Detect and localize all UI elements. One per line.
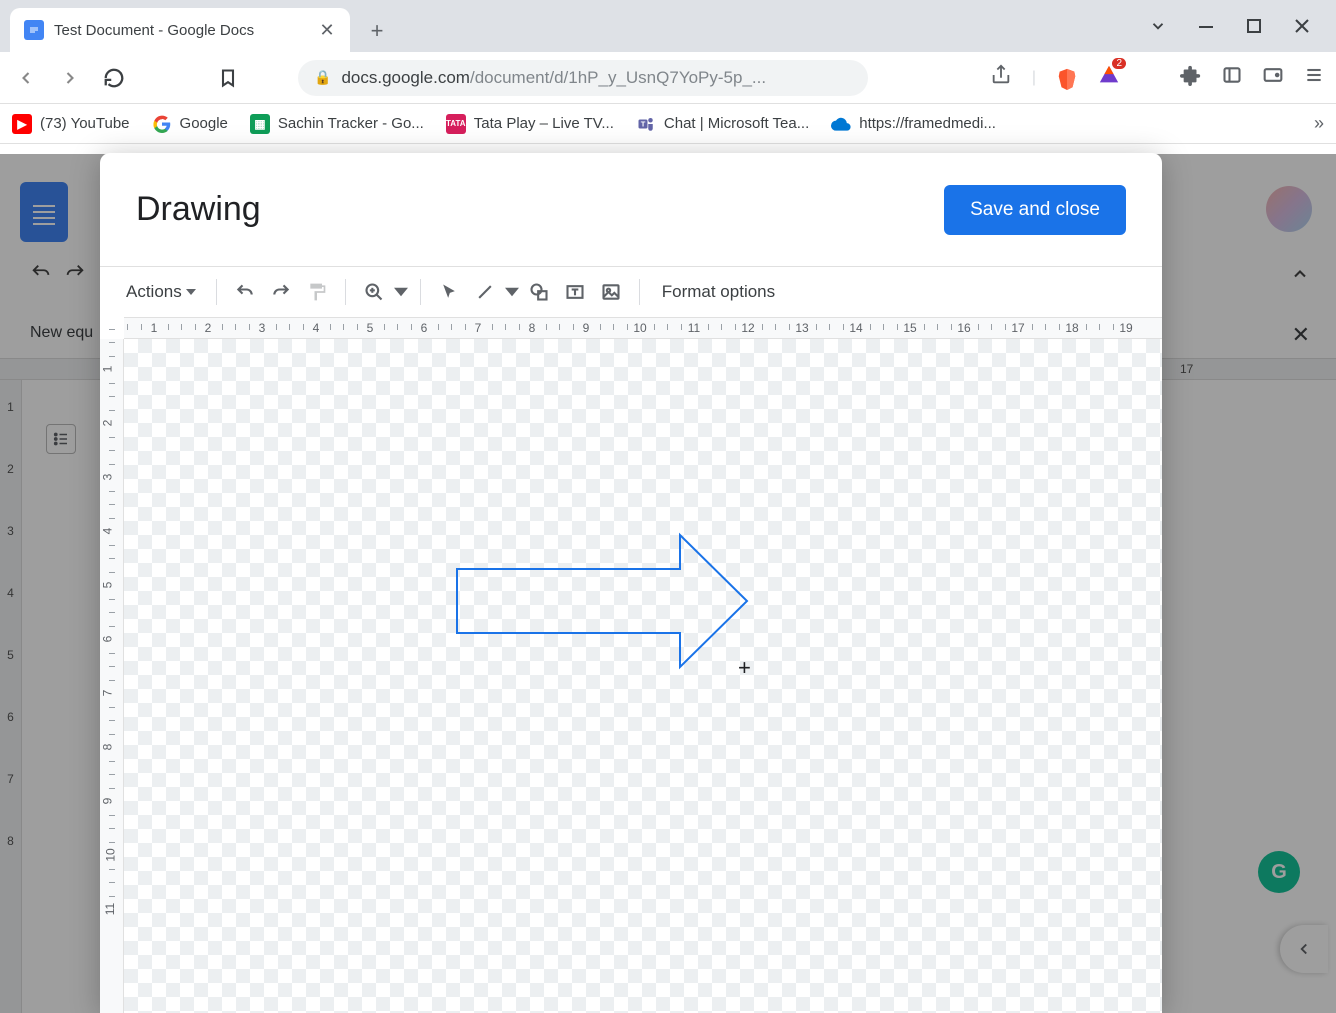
brave-shield-icon[interactable]: [1056, 67, 1078, 89]
sheets-icon: ▦: [250, 114, 270, 134]
format-options-button[interactable]: Format options: [652, 276, 785, 308]
right-arrow-shape[interactable]: [455, 531, 755, 671]
google-icon: [152, 114, 172, 134]
tab-close-icon[interactable]: ✕: [318, 21, 336, 39]
close-window-icon[interactable]: [1292, 16, 1312, 36]
zoom-button[interactable]: [358, 276, 390, 308]
maximize-icon[interactable]: [1244, 16, 1264, 36]
account-avatar[interactable]: [1266, 186, 1312, 232]
back-button[interactable]: [12, 64, 40, 92]
docs-logo-icon[interactable]: [20, 182, 68, 242]
teams-icon: T: [636, 114, 656, 134]
browser-toolbar: 🔒 docs.google.com/document/d/1hP_y_UsnQ7…: [0, 52, 1336, 104]
zoom-dropdown-icon[interactable]: [394, 276, 408, 308]
line-tool[interactable]: [469, 276, 501, 308]
close-equation-bar-icon[interactable]: ✕: [1292, 322, 1310, 348]
brave-badge: 2: [1112, 58, 1126, 69]
bookmark-tata[interactable]: TATATata Play – Live TV...: [446, 114, 614, 134]
redo-icon[interactable]: [64, 262, 86, 284]
extensions-icon[interactable]: [1180, 64, 1202, 91]
dialog-header: Drawing Save and close: [100, 153, 1162, 267]
drawing-canvas[interactable]: +: [124, 339, 1162, 1013]
dialog-title: Drawing: [136, 190, 261, 229]
side-panel-collapse-icon[interactable]: [1280, 925, 1328, 973]
menu-icon[interactable]: [1304, 65, 1324, 90]
browser-tab[interactable]: Test Document - Google Docs ✕: [10, 8, 350, 52]
paint-format-button: [301, 276, 333, 308]
bookmark-teams[interactable]: TChat | Microsoft Tea...: [636, 114, 809, 134]
forward-button[interactable]: [56, 64, 84, 92]
vertical-ruler[interactable]: 1234567891011: [100, 339, 124, 1013]
bookmark-youtube[interactable]: ▶(73) YouTube: [12, 114, 130, 134]
equation-toolbar-label: New equ: [30, 324, 93, 342]
lock-icon: 🔒: [314, 69, 331, 86]
new-tab-button[interactable]: +: [360, 14, 394, 48]
browser-titlebar: Test Document - Google Docs ✕ +: [0, 0, 1336, 52]
outline-toggle-icon[interactable]: [46, 424, 76, 454]
reload-button[interactable]: [100, 64, 128, 92]
drawing-dialog: Drawing Save and close Actions Format op…: [100, 153, 1162, 1013]
bookmark-framed[interactable]: https://framedmedi...: [831, 114, 996, 134]
crosshair-cursor-icon: +: [738, 655, 751, 681]
undo-icon[interactable]: [30, 262, 52, 284]
chevron-down-icon[interactable]: [1148, 16, 1168, 36]
wallet-icon[interactable]: [1262, 65, 1284, 90]
tata-icon: TATA: [446, 114, 466, 134]
collapse-toolbar-icon[interactable]: [1290, 264, 1310, 289]
undo-button[interactable]: [229, 276, 261, 308]
bookmark-google[interactable]: Google: [152, 114, 228, 134]
image-tool[interactable]: [595, 276, 627, 308]
select-tool[interactable]: [433, 276, 465, 308]
svg-text:T: T: [641, 119, 646, 128]
textbox-tool[interactable]: [559, 276, 591, 308]
window-controls: [1148, 0, 1336, 52]
minimize-icon[interactable]: [1196, 16, 1216, 36]
docs-favicon: [24, 20, 44, 40]
grammarly-icon[interactable]: G: [1258, 851, 1300, 893]
cloud-icon: [831, 114, 851, 134]
horizontal-ruler[interactable]: 12345678910111213141516171819: [124, 317, 1162, 339]
youtube-icon: ▶: [12, 114, 32, 134]
share-icon[interactable]: [990, 64, 1012, 91]
transparency-grid: [124, 339, 1162, 1013]
drawing-toolbar: Actions Format options: [100, 267, 1162, 317]
url-bar[interactable]: 🔒 docs.google.com/document/d/1hP_y_UsnQ7…: [298, 60, 868, 96]
tab-title: Test Document - Google Docs: [54, 22, 318, 39]
redo-button[interactable]: [265, 276, 297, 308]
save-and-close-button[interactable]: Save and close: [944, 185, 1126, 235]
bookmarks-bar: ▶(73) YouTube Google ▦Sachin Tracker - G…: [0, 104, 1336, 144]
shape-tool[interactable]: [523, 276, 555, 308]
actions-menu[interactable]: Actions: [118, 276, 204, 308]
bookmark-sheets[interactable]: ▦Sachin Tracker - Go...: [250, 114, 424, 134]
url-text: docs.google.com/document/d/1hP_y_UsnQ7Yo…: [341, 68, 766, 88]
line-dropdown-icon[interactable]: [505, 276, 519, 308]
bookmark-icon[interactable]: [214, 64, 242, 92]
doc-vertical-ruler: 12345678: [0, 380, 22, 1013]
sidepanel-icon[interactable]: [1222, 65, 1242, 90]
bookmarks-overflow-icon[interactable]: »: [1314, 113, 1324, 134]
brave-rewards-icon[interactable]: 2: [1098, 64, 1120, 91]
